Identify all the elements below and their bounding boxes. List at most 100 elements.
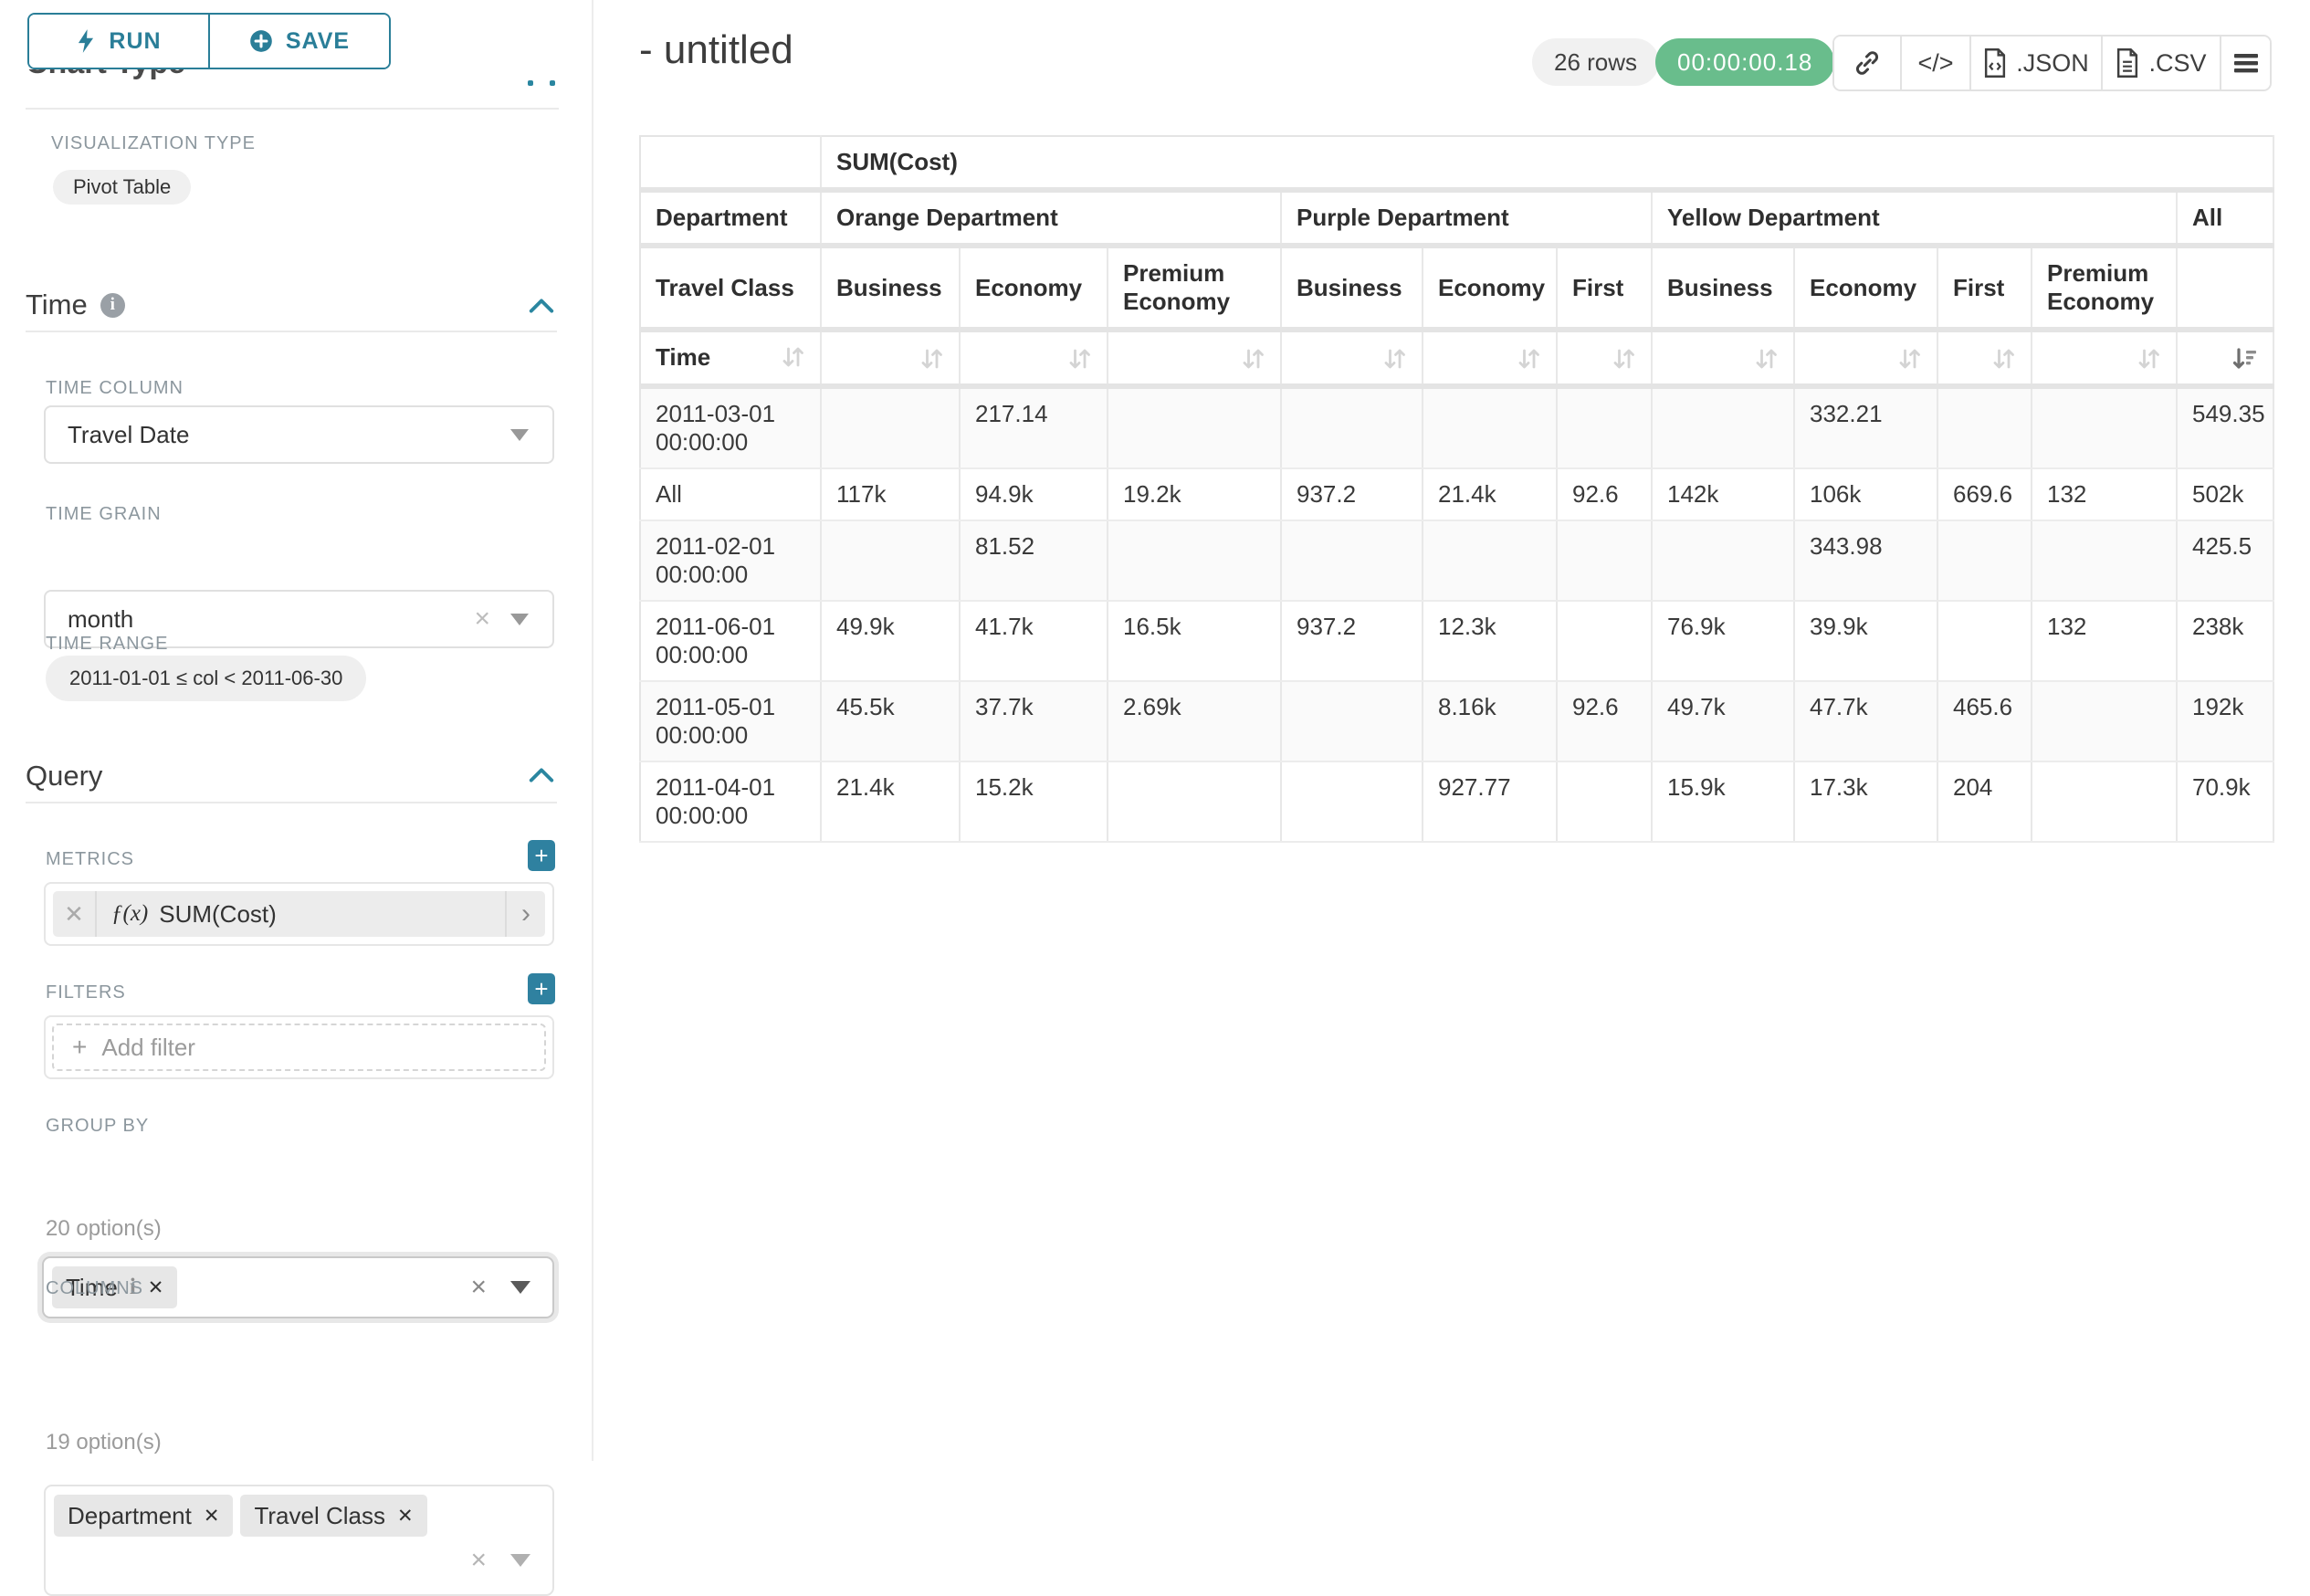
pivot-sort-cell[interactable] [1937,330,2032,386]
pivot-colgroup-header: Purple Department [1281,190,1652,246]
export-button-group: </> .JSON .CSV [1832,35,2272,91]
time-section-title: Time i [26,289,125,321]
metric-pill[interactable]: ✕ ƒ(x) SUM(Cost) › [53,891,545,937]
chevron-tip-dot [550,80,555,86]
pivot-colgroup-header: Orange Department [821,190,1281,246]
pivot-sort-cell[interactable] [1108,330,1281,386]
section-divider [26,108,559,110]
pivot-rowdim-header: Department [640,190,821,246]
pivot-metric-header: SUM(Cost) [821,136,2273,190]
columns-select[interactable]: Department✕Travel Class✕ × [44,1485,554,1596]
sort-icon[interactable] [1067,346,1092,373]
link-icon [1853,48,1882,78]
table-row: All117k94.9k19.2k937.221.4k92.6142k106k6… [640,468,2273,520]
add-filter-button[interactable]: + Add filter [52,1024,546,1071]
caret-down-icon [510,1281,530,1294]
table-row: 2011-05-01 00:00:0045.5k37.7k2.69k8.16k9… [640,681,2273,761]
sort-icon[interactable] [1241,346,1265,373]
time-range-pill[interactable]: 2011-01-01 ≤ col < 2011-06-30 [46,656,366,701]
select-tag[interactable]: Department ✕ [54,1495,233,1537]
pivot-sort-cell[interactable] [1557,330,1652,386]
clear-icon[interactable]: × [470,1274,487,1301]
pivot-cell: 2.69k [1108,681,1281,761]
export-csv-button[interactable]: .CSV [2101,37,2220,89]
sort-icon[interactable] [1754,346,1779,373]
pivot-subcol-header: Business [1652,246,1794,330]
remove-tag-icon[interactable]: ✕ [397,1505,414,1528]
pivot-cell: 132 [2032,601,2177,681]
sort-icon[interactable] [781,344,805,371]
pivot-sort-cell[interactable] [2177,330,2273,386]
sort-icon[interactable] [1517,346,1541,373]
menu-button[interactable] [2220,37,2270,89]
remove-tag-icon[interactable]: ✕ [204,1505,220,1528]
chevron-up-icon[interactable] [528,298,555,314]
sort-icon[interactable] [1897,346,1922,373]
pivot-cell: 238k [2177,601,2273,681]
chart-title[interactable]: - untitled [639,27,793,73]
chart-panel: - untitled 26 rows 00:00:00.18 </> .JSON [595,0,2310,1461]
view-query-button[interactable]: </> [1900,37,1969,89]
pivot-sort-cell[interactable] [960,330,1108,386]
pivot-cell [1423,386,1557,468]
control-panel: Chart Type RUN SAVE VISUALIZATION TYPE P… [0,0,593,1461]
pivot-sort-cell[interactable] [821,330,960,386]
pivot-cell: 12.3k [1423,601,1557,681]
export-json-button[interactable]: .JSON [1969,37,2101,89]
pivot-sort-cell[interactable] [1652,330,1794,386]
clear-icon[interactable]: × [470,1547,487,1574]
pivot-sort-cell[interactable] [2032,330,2177,386]
sort-icon[interactable] [1382,346,1407,373]
pivot-cell [1281,681,1423,761]
share-link-button[interactable] [1834,37,1900,89]
sort-icon[interactable] [1612,346,1636,373]
pivot-cell [1281,761,1423,842]
time-column-label: TIME COLUMN [46,378,184,399]
pivot-cell: 8.16k [1423,681,1557,761]
sort-icon[interactable] [1991,346,2016,373]
tag-label: Department [68,1502,192,1530]
table-row: 2011-06-01 00:00:0049.9k41.7k16.5k937.21… [640,601,2273,681]
save-button[interactable]: SAVE [208,15,389,68]
chevron-up-icon[interactable] [528,767,555,783]
pivot-cell: 117k [821,468,960,520]
pivot-cell: 49.9k [821,601,960,681]
pivot-sort-cell[interactable] [1794,330,1937,386]
clear-icon[interactable]: × [474,605,490,633]
add-metric-button[interactable]: + [528,840,555,871]
add-filter-plus-button[interactable]: + [528,973,555,1004]
sort-icon[interactable] [919,346,944,373]
arrow-right-icon[interactable]: › [505,891,545,937]
row-count-badge: 26 rows [1532,38,1659,86]
remove-metric-icon[interactable]: ✕ [53,891,97,937]
viz-type-label: VISUALIZATION TYPE [51,133,256,154]
pivot-cell: 343.98 [1794,520,1937,601]
caret-down-icon [510,429,529,441]
pivot-cell: 21.4k [1423,468,1557,520]
select-tag[interactable]: Travel Class✕ [240,1495,426,1537]
pivot-sort-cell[interactable] [1423,330,1557,386]
viz-type-pill[interactable]: Pivot Table [53,170,191,205]
pivot-cell: 549.35 [2177,386,2273,468]
pivot-row-header: 2011-02-01 00:00:00 [640,520,821,601]
pivot-time-header: Time [640,330,821,386]
remove-tag-icon[interactable]: ✕ [148,1276,164,1299]
info-icon[interactable]: i [100,293,125,318]
pivot-cell [1557,761,1652,842]
run-button[interactable]: RUN [29,15,208,68]
sort-icon[interactable] [2137,346,2161,373]
pivot-cell [1281,520,1423,601]
pivot-cell [2032,386,2177,468]
sort-desc-icon[interactable] [2231,346,2258,373]
pivot-cell: 425.5 [2177,520,2273,601]
pivot-cell [821,520,960,601]
query-section-title: Query [26,760,102,793]
columns-tags: Department✕Travel Class✕ [54,1512,435,1528]
pivot-row-header: All [640,468,821,520]
pivot-subcol-header [2177,246,2273,330]
pivot-cell: 21.4k [821,761,960,842]
time-column-select[interactable]: Travel Date [44,405,554,464]
pivot-sort-cell[interactable] [1281,330,1423,386]
table-row: 2011-03-01 00:00:00217.14332.21549.35 [640,386,2273,468]
pivot-subcol-header: Business [1281,246,1423,330]
